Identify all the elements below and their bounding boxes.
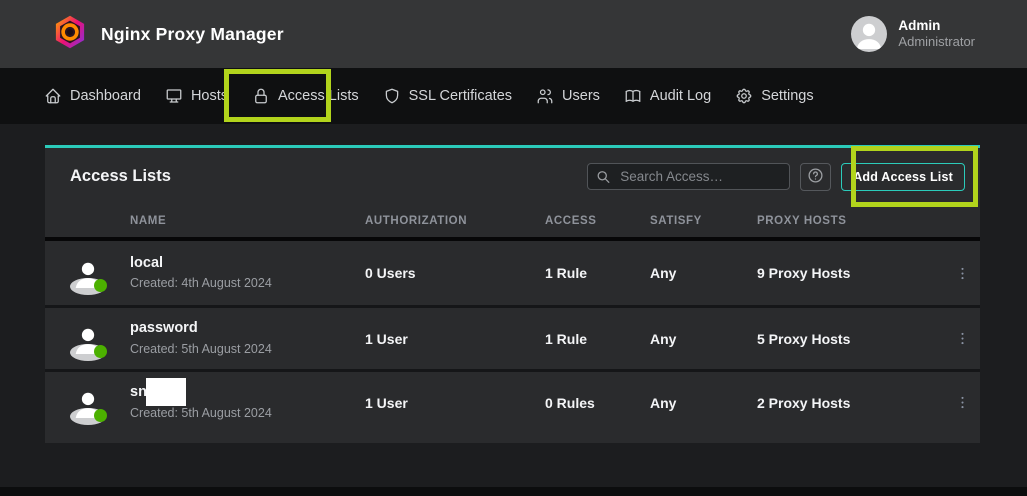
table-row[interactable]: sn Created: 5th August 2024 1 User 0 Rul… — [45, 369, 980, 433]
help-circle-icon — [807, 167, 824, 187]
brand: Nginx Proxy Manager — [52, 14, 284, 55]
authorization-cell: 0 Users — [365, 265, 545, 281]
access-cell: 1 Rule — [545, 331, 650, 347]
name-cell: local Created: 4th August 2024 — [45, 255, 365, 291]
access-cell: 0 Rules — [545, 395, 650, 411]
users-icon — [536, 87, 554, 105]
row-menu-kebab-icon[interactable] — [950, 261, 975, 286]
monitor-icon — [165, 87, 183, 105]
proxy-hosts-cell: 2 Proxy Hosts — [757, 395, 945, 411]
panel-header: Access Lists — [45, 148, 980, 205]
panel-toolbar: Add Access List — [587, 163, 965, 191]
access-list-name: sn — [130, 384, 147, 400]
avatar — [70, 255, 106, 291]
nav-label: Users — [562, 88, 600, 104]
row-menu-kebab-icon[interactable] — [950, 326, 975, 351]
nav-item-access-lists[interactable]: Access Lists — [252, 87, 359, 105]
name-cell: sn Created: 5th August 2024 — [45, 385, 365, 421]
nav-item-settings[interactable]: Settings — [735, 87, 813, 105]
status-dot — [94, 409, 107, 422]
book-icon — [624, 87, 642, 105]
content-area: Access Lists — [0, 124, 1027, 496]
help-button[interactable] — [800, 163, 831, 191]
name-cell: password Created: 5th August 2024 — [45, 321, 365, 357]
nav-item-audit-log[interactable]: Audit Log — [624, 87, 711, 105]
access-list-name: password — [130, 321, 272, 337]
created-date: Created: 5th August 2024 — [130, 406, 272, 420]
page-title: Access Lists — [70, 167, 171, 186]
nav-label: SSL Certificates — [409, 88, 512, 104]
column-header-proxy-hosts: PROXY HOSTS — [757, 215, 945, 227]
bottom-edge-strip — [0, 487, 1027, 496]
user-role: Administrator — [898, 34, 975, 51]
nav-label: Hosts — [191, 88, 228, 104]
satisfy-cell: Any — [650, 331, 757, 347]
search-input[interactable] — [587, 163, 790, 190]
nav-item-ssl-certificates[interactable]: SSL Certificates — [383, 87, 512, 105]
user-menu[interactable]: Admin Administrator — [851, 16, 975, 52]
nav-label: Settings — [761, 88, 813, 104]
column-header-access: ACCESS — [545, 215, 650, 227]
nav-label: Access Lists — [278, 88, 359, 104]
app-header: Nginx Proxy Manager Admin Administrator — [0, 0, 1027, 68]
gear-icon — [735, 87, 753, 105]
status-dot — [94, 345, 107, 358]
status-dot — [94, 279, 107, 292]
nav-label: Audit Log — [650, 88, 711, 104]
search-box — [587, 163, 790, 190]
created-date: Created: 5th August 2024 — [130, 342, 272, 356]
table-row[interactable]: local Created: 4th August 2024 0 Users 1… — [45, 241, 980, 305]
column-header-satisfy: SATISFY — [650, 215, 757, 227]
row-menu-kebab-icon[interactable] — [950, 390, 975, 415]
table-header: NAME AUTHORIZATION ACCESS SATISFY PROXY … — [45, 205, 980, 241]
nav-label: Dashboard — [70, 88, 141, 104]
app-title: Nginx Proxy Manager — [101, 24, 284, 45]
satisfy-cell: Any — [650, 395, 757, 411]
nginx-proxy-manager-app: Nginx Proxy Manager Admin Administrator — [0, 0, 1027, 496]
lock-icon — [252, 87, 270, 105]
proxy-hosts-cell: 5 Proxy Hosts — [757, 331, 945, 347]
avatar — [70, 385, 106, 421]
nav-item-users[interactable]: Users — [536, 87, 600, 105]
satisfy-cell: Any — [650, 265, 757, 281]
access-cell: 1 Rule — [545, 265, 650, 281]
app-logo-icon — [52, 14, 88, 55]
avatar — [70, 321, 106, 357]
user-avatar — [851, 16, 887, 52]
column-header-name: NAME — [45, 215, 365, 227]
table-row[interactable]: password Created: 5th August 2024 1 User… — [45, 305, 980, 369]
authorization-cell: 1 User — [365, 331, 545, 347]
access-list-name: local — [130, 256, 272, 272]
shield-icon — [383, 87, 401, 105]
home-icon — [44, 87, 62, 105]
main-nav: Dashboard Hosts Access Lists — [0, 68, 1027, 124]
proxy-hosts-cell: 9 Proxy Hosts — [757, 265, 945, 281]
authorization-cell: 1 User — [365, 395, 545, 411]
redaction-box — [146, 378, 186, 406]
access-lists-panel: Access Lists — [45, 145, 980, 443]
nav-item-hosts[interactable]: Hosts — [165, 87, 228, 105]
add-access-list-button[interactable]: Add Access List — [841, 163, 965, 191]
user-name: Admin — [898, 17, 975, 35]
created-date: Created: 4th August 2024 — [130, 276, 272, 290]
column-header-authorization: AUTHORIZATION — [365, 215, 545, 227]
nav-item-dashboard[interactable]: Dashboard — [44, 87, 141, 105]
